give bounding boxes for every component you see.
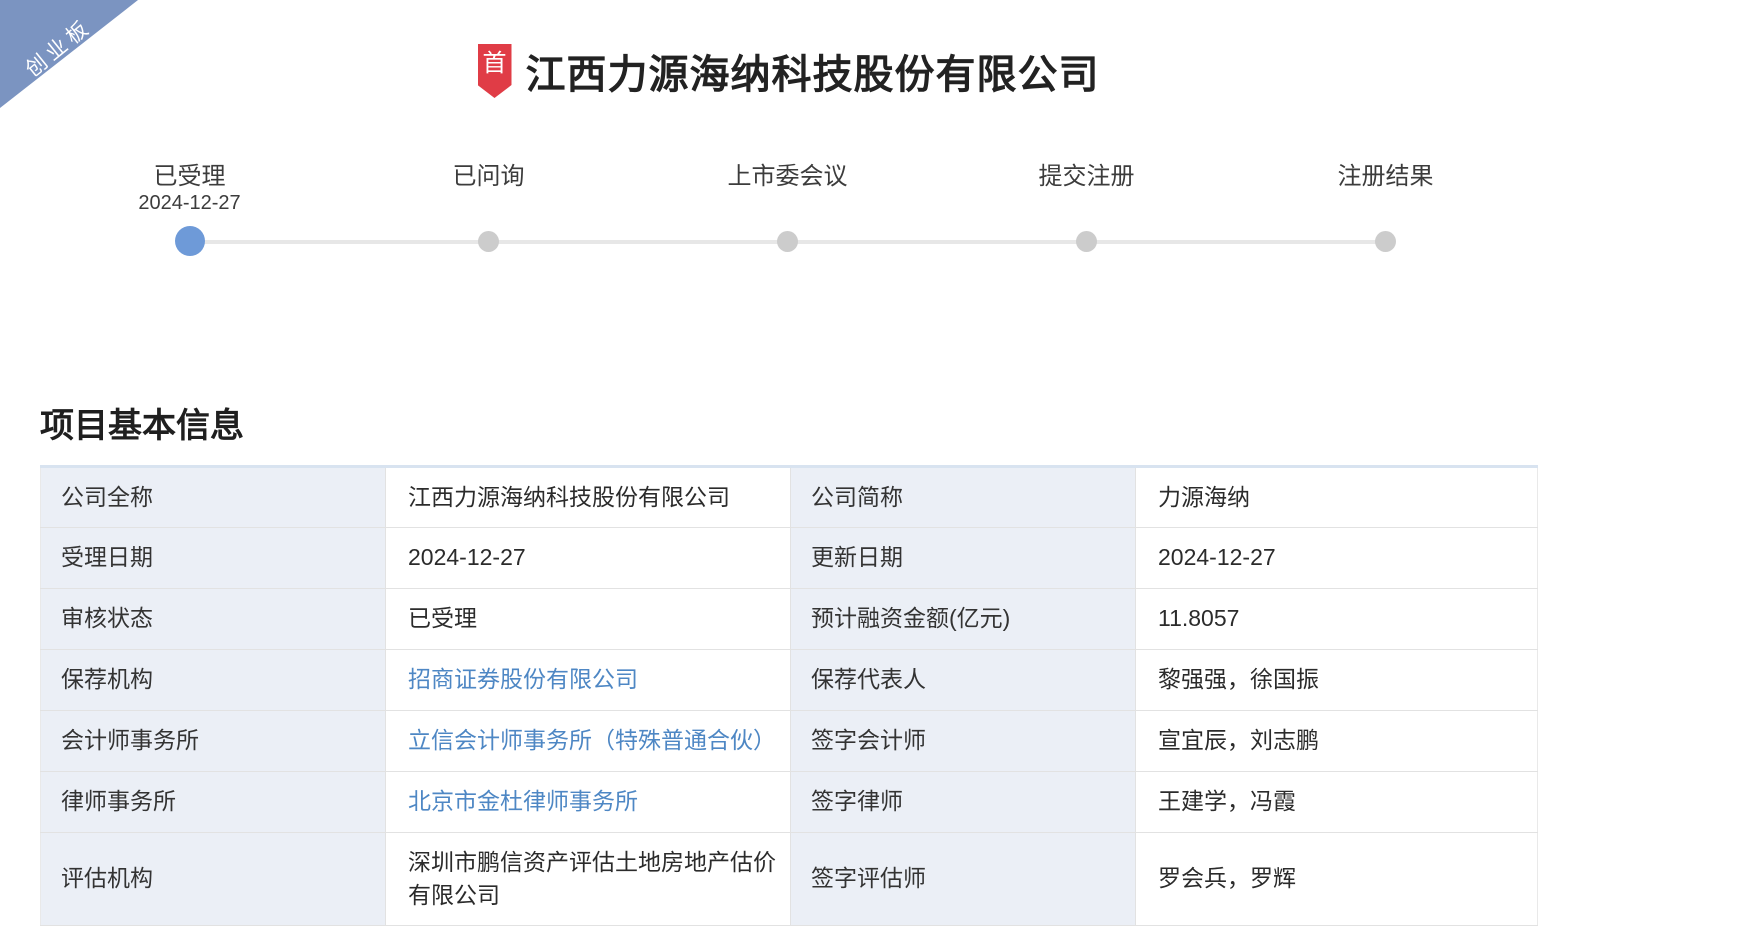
step-dot <box>1375 231 1396 252</box>
row-value: 2024-12-27 <box>1136 528 1538 589</box>
step-dot <box>777 231 798 252</box>
step-dot <box>478 231 499 252</box>
row-value: 2024-12-27 <box>386 528 791 589</box>
row-label: 审核状态 <box>41 589 386 650</box>
table-row: 公司全称 江西力源海纳科技股份有限公司 公司简称 力源海纳 <box>41 467 1538 528</box>
row-label: 保荐代表人 <box>791 650 1136 711</box>
step-label: 上市委会议 <box>728 156 848 192</box>
step-label: 已问询 <box>453 156 525 192</box>
table-row: 保荐机构 招商证券股份有限公司 保荐代表人 黎强强，徐国振 <box>41 650 1538 711</box>
step-date: 2024-12-27 <box>138 192 240 224</box>
row-label: 签字会计师 <box>791 711 1136 772</box>
section-title: 项目基本信息 <box>40 398 1759 447</box>
row-label: 公司全称 <box>41 467 386 528</box>
accounting-firm-link[interactable]: 立信会计师事务所（特殊普通合伙） <box>408 727 776 753</box>
first-issue-badge-icon: 首 <box>478 44 512 98</box>
row-label: 律师事务所 <box>41 772 386 833</box>
row-label: 更新日期 <box>791 528 1136 589</box>
table-row: 会计师事务所 立信会计师事务所（特殊普通合伙） 签字会计师 宣宜辰，刘志鹏 <box>41 711 1538 772</box>
row-label: 保荐机构 <box>41 650 386 711</box>
row-value: 江西力源海纳科技股份有限公司 <box>386 467 791 528</box>
table-row: 评估机构 深圳市鹏信资产评估土地房地产估价有限公司 签字评估师 罗会兵，罗辉 <box>41 833 1538 926</box>
page-header: 首 江西力源海纳科技股份有限公司 <box>0 0 1577 100</box>
row-label: 预计融资金额(亿元) <box>791 589 1136 650</box>
company-title: 江西力源海纳科技股份有限公司 <box>526 42 1100 100</box>
step-label: 提交注册 <box>1039 156 1135 192</box>
step-label: 已受理 <box>154 156 226 192</box>
row-value: 黎强强，徐国振 <box>1136 650 1538 711</box>
row-value: 王建学，冯霞 <box>1136 772 1538 833</box>
step-dot <box>1076 231 1097 252</box>
row-value: 力源海纳 <box>1136 467 1538 528</box>
sponsor-link[interactable]: 招商证券股份有限公司 <box>408 666 638 692</box>
table-row: 审核状态 已受理 预计融资金额(亿元) 11.8057 <box>41 589 1538 650</box>
row-label: 受理日期 <box>41 528 386 589</box>
row-value: 深圳市鹏信资产评估土地房地产估价有限公司 <box>386 833 791 926</box>
law-firm-link[interactable]: 北京市金杜律师事务所 <box>408 788 638 814</box>
row-value: 宣宜辰，刘志鹏 <box>1136 711 1538 772</box>
row-label: 会计师事务所 <box>41 711 386 772</box>
review-progress-stepper: 已受理 2024-12-27 已问询 上市委会议 提交注册 注册结果 <box>40 156 1535 258</box>
table-row: 受理日期 2024-12-27 更新日期 2024-12-27 <box>41 528 1538 589</box>
project-info-table: 公司全称 江西力源海纳科技股份有限公司 公司简称 力源海纳 受理日期 2024-… <box>40 465 1538 926</box>
row-value: 11.8057 <box>1136 589 1538 650</box>
step-label: 注册结果 <box>1338 156 1434 192</box>
row-label: 签字律师 <box>791 772 1136 833</box>
row-value: 罗会兵，罗辉 <box>1136 833 1538 926</box>
row-label: 评估机构 <box>41 833 386 926</box>
row-value: 已受理 <box>386 589 791 650</box>
table-row: 律师事务所 北京市金杜律师事务所 签字律师 王建学，冯霞 <box>41 772 1538 833</box>
row-label: 公司简称 <box>791 467 1136 528</box>
row-label: 签字评估师 <box>791 833 1136 926</box>
step-dot-active <box>175 226 205 256</box>
